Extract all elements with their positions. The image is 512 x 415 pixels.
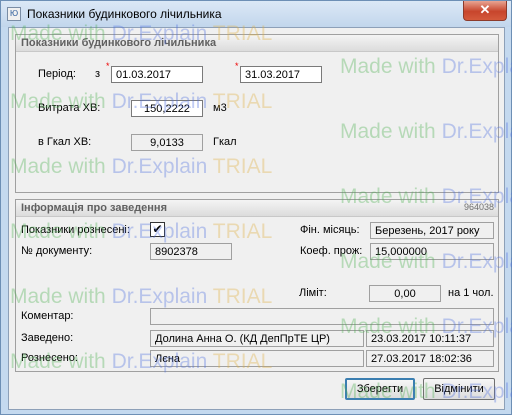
title-bar[interactable]: Ю Показники будинкового лічильника ✕: [1, 1, 511, 27]
record-info-group: Інформація про заведення 964038 Показник…: [15, 199, 499, 372]
gcal-unit: Гкал: [213, 136, 237, 148]
comment-field: [150, 308, 494, 325]
fin-month-field: Березень, 2017 року: [370, 222, 494, 239]
entered-at-field: 23.03.2017 10:11:37: [366, 330, 494, 347]
fin-month-label: Фін. місяць:: [300, 224, 360, 236]
period-to-required-mark: *: [235, 61, 239, 71]
period-label: Період:: [38, 68, 76, 80]
coef-field: 15,000000: [370, 243, 494, 260]
period-from-field[interactable]: 01.03.2017: [111, 66, 203, 83]
meter-readings-group: Показники будинкового лічильника Період:…: [15, 34, 499, 193]
dialog-window: Ю Показники будинкового лічильника ✕ Пок…: [0, 0, 512, 415]
window-title: Показники будинкового лічильника: [27, 7, 222, 21]
posted-checkbox[interactable]: ✔: [150, 222, 165, 237]
consumption-unit: м3: [213, 102, 227, 114]
gcal-label: в Гкал ХВ:: [38, 136, 92, 148]
save-button[interactable]: Зберегти: [345, 378, 415, 400]
posted-label: Показники рознесені:: [21, 224, 130, 236]
doc-number-field: 8902378: [150, 243, 232, 260]
period-from-required-mark: *: [106, 61, 110, 71]
limit-label: Ліміт:: [299, 287, 327, 299]
info-group-title: Інформація про заведення: [16, 200, 498, 217]
coef-label: Коеф. прож:: [300, 245, 363, 257]
cancel-button[interactable]: Відмінити: [423, 378, 495, 400]
comment-label: Коментар:: [21, 310, 74, 322]
period-from-label: з: [95, 68, 101, 80]
entered-label: Заведено:: [21, 332, 74, 344]
period-to-field[interactable]: 31.03.2017: [240, 66, 322, 83]
record-code: 964038: [463, 202, 494, 212]
posted-at-field: 27.03.2017 18:02:36: [366, 350, 494, 367]
consumption-field[interactable]: 150,2222: [131, 100, 203, 117]
consumption-label: Витрата ХВ:: [38, 102, 101, 114]
gcal-field: 9,0133: [131, 134, 203, 151]
close-button[interactable]: ✕: [463, 1, 507, 21]
meter-group-title: Показники будинкового лічильника: [16, 35, 498, 52]
app-icon: Ю: [7, 7, 21, 21]
entered-by-field: Долина Анна О. (КД ДепПрТЕ ЦР): [150, 330, 364, 347]
dialog-client-area: Показники будинкового лічильника Період:…: [8, 27, 505, 410]
posted-by-field: Лєна: [150, 350, 364, 367]
doc-number-label: № документу:: [21, 245, 93, 257]
limit-field: 0,00: [369, 285, 441, 302]
limit-suffix: на 1 чол.: [448, 287, 494, 299]
posted-by-label: Рознесено:: [21, 352, 78, 364]
